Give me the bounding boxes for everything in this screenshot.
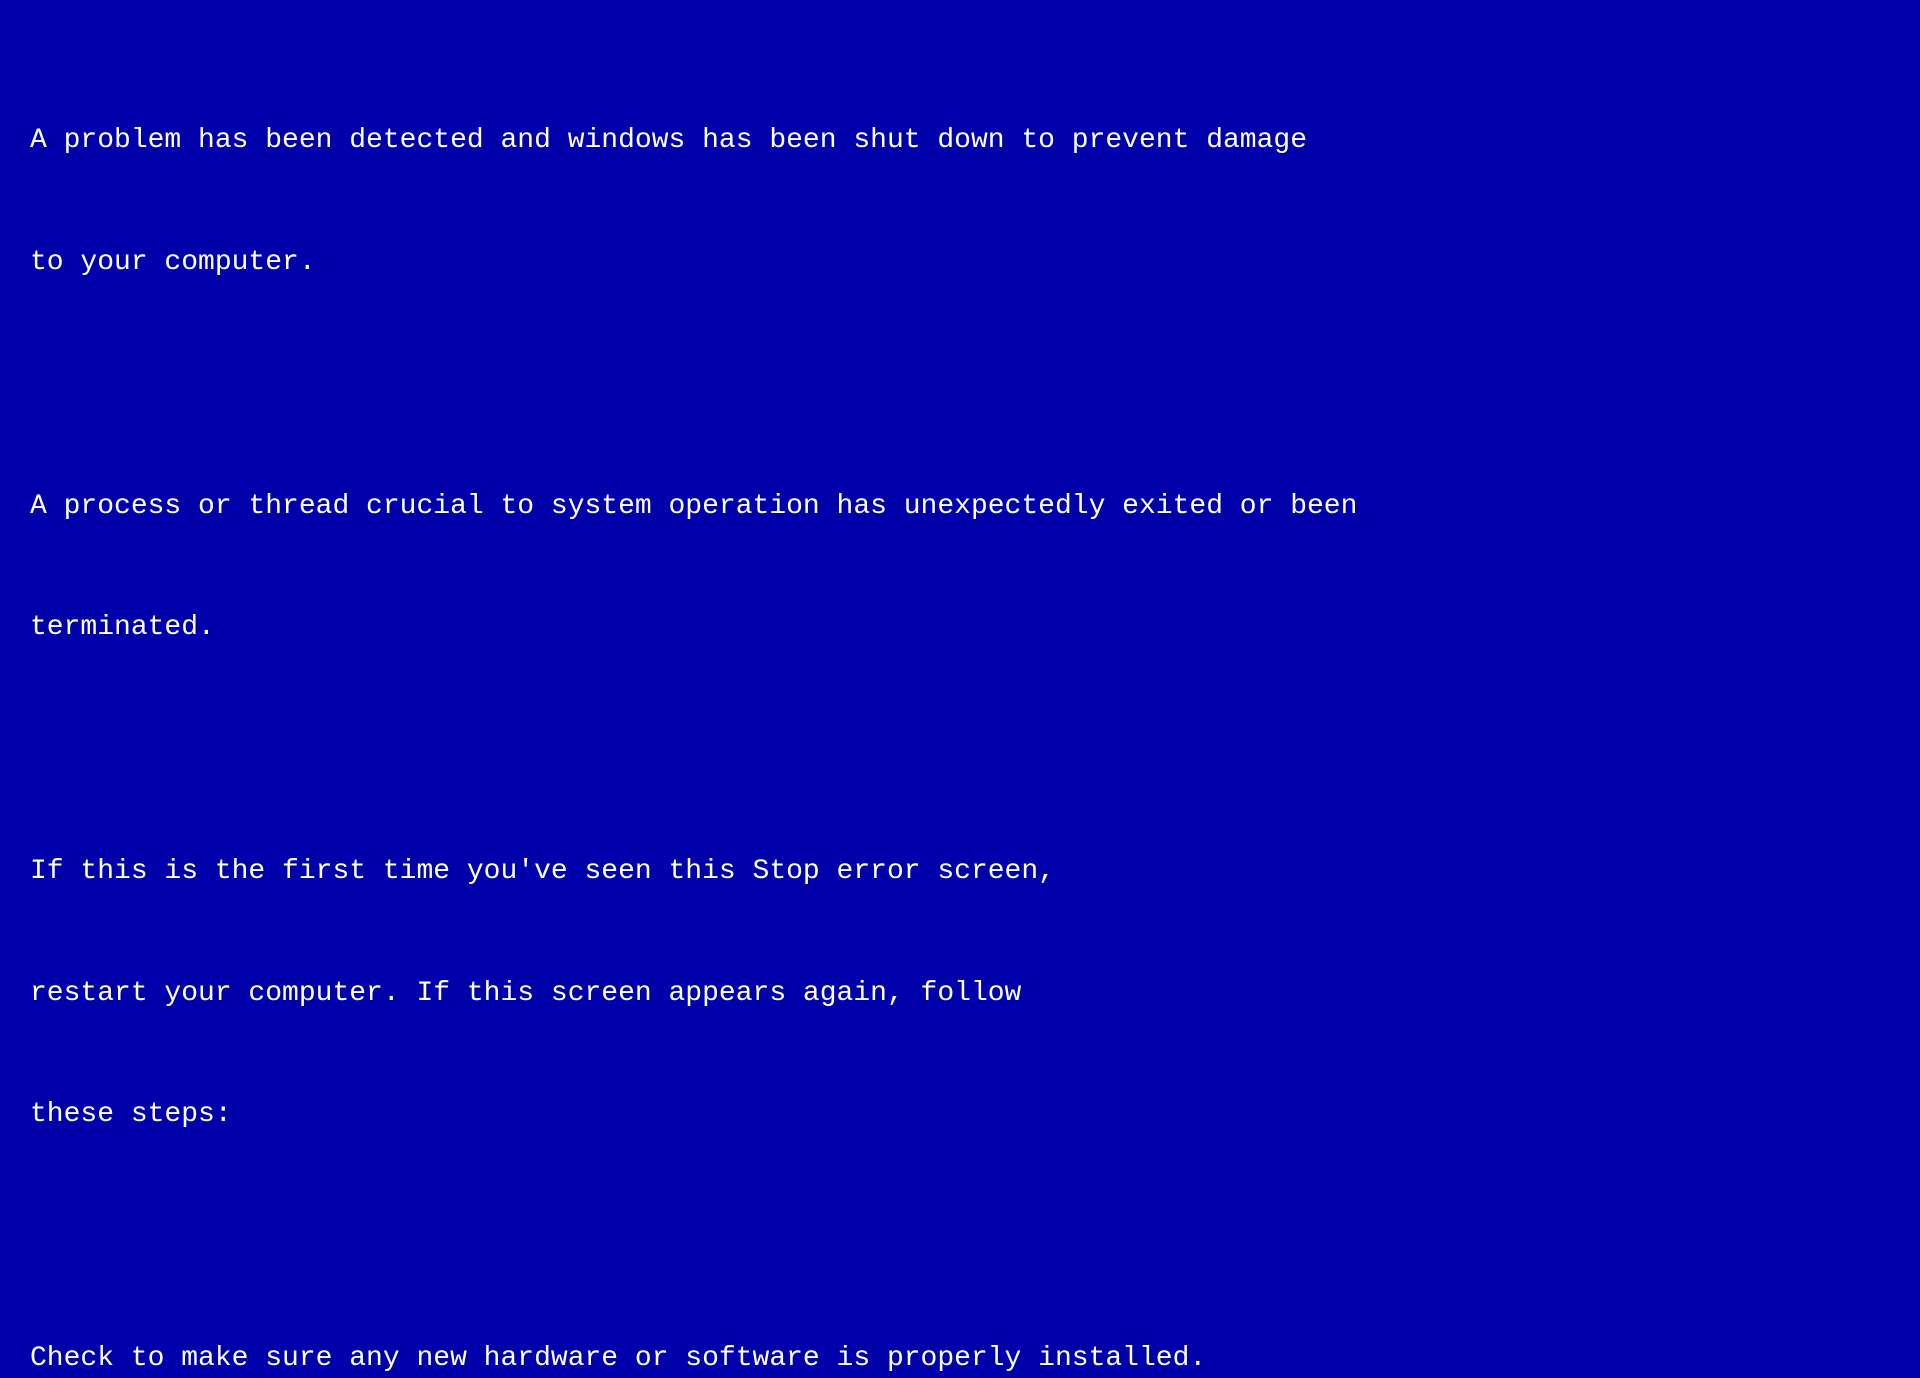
bsod-line-3: A process or thread crucial to system op…	[30, 487, 1890, 528]
bsod-line-6: restart your computer. If this screen ap…	[30, 974, 1890, 1015]
bsod-spacer-2	[30, 730, 1890, 771]
bsod-line-8: Check to make sure any new hardware or s…	[30, 1339, 1890, 1378]
bsod-line-4: terminated.	[30, 608, 1890, 649]
bsod-line-7: these steps:	[30, 1095, 1890, 1136]
bsod-screen: A problem has been detected and windows …	[0, 0, 1920, 1378]
bsod-spacer-3	[30, 1217, 1890, 1258]
bsod-line-2: to your computer.	[30, 243, 1890, 284]
bsod-line-1: A problem has been detected and windows …	[30, 121, 1890, 162]
bsod-spacer-1	[30, 365, 1890, 406]
bsod-line-5: If this is the first time you've seen th…	[30, 852, 1890, 893]
